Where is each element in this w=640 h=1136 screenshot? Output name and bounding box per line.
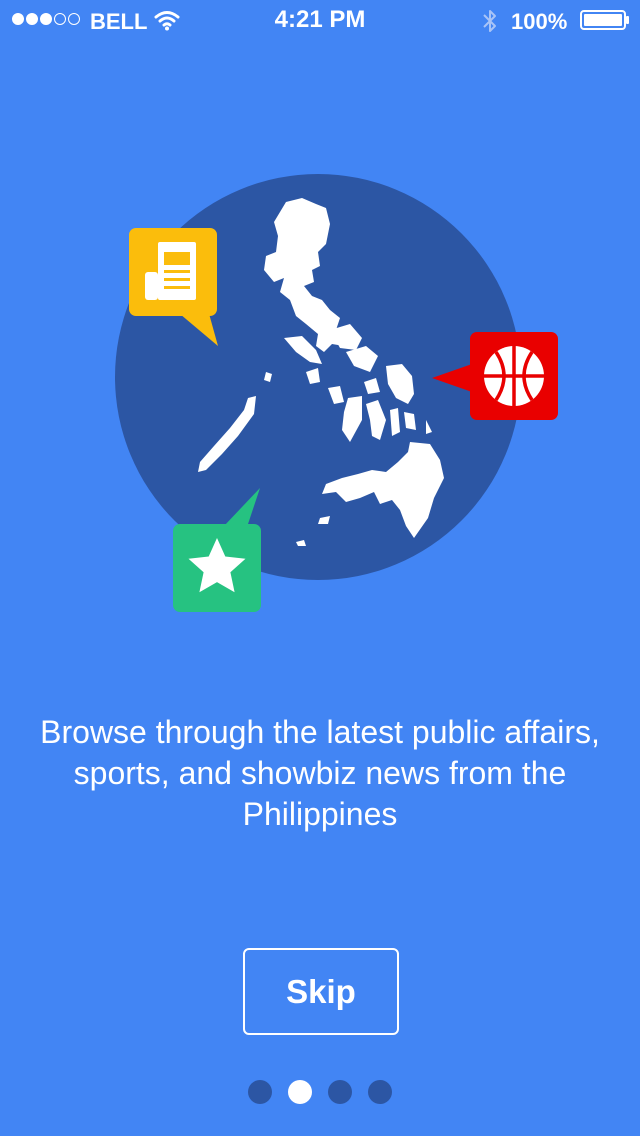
onboarding-illustration <box>115 174 558 612</box>
skip-button[interactable]: Skip <box>243 948 399 1035</box>
page-dot-active[interactable] <box>288 1080 312 1104</box>
page-indicator <box>0 1080 640 1104</box>
page-dot[interactable] <box>248 1080 272 1104</box>
basketball-icon <box>484 346 544 406</box>
page-dot[interactable] <box>368 1080 392 1104</box>
page-dot[interactable] <box>328 1080 352 1104</box>
onboarding-tagline: Browse through the latest public affairs… <box>40 714 600 832</box>
